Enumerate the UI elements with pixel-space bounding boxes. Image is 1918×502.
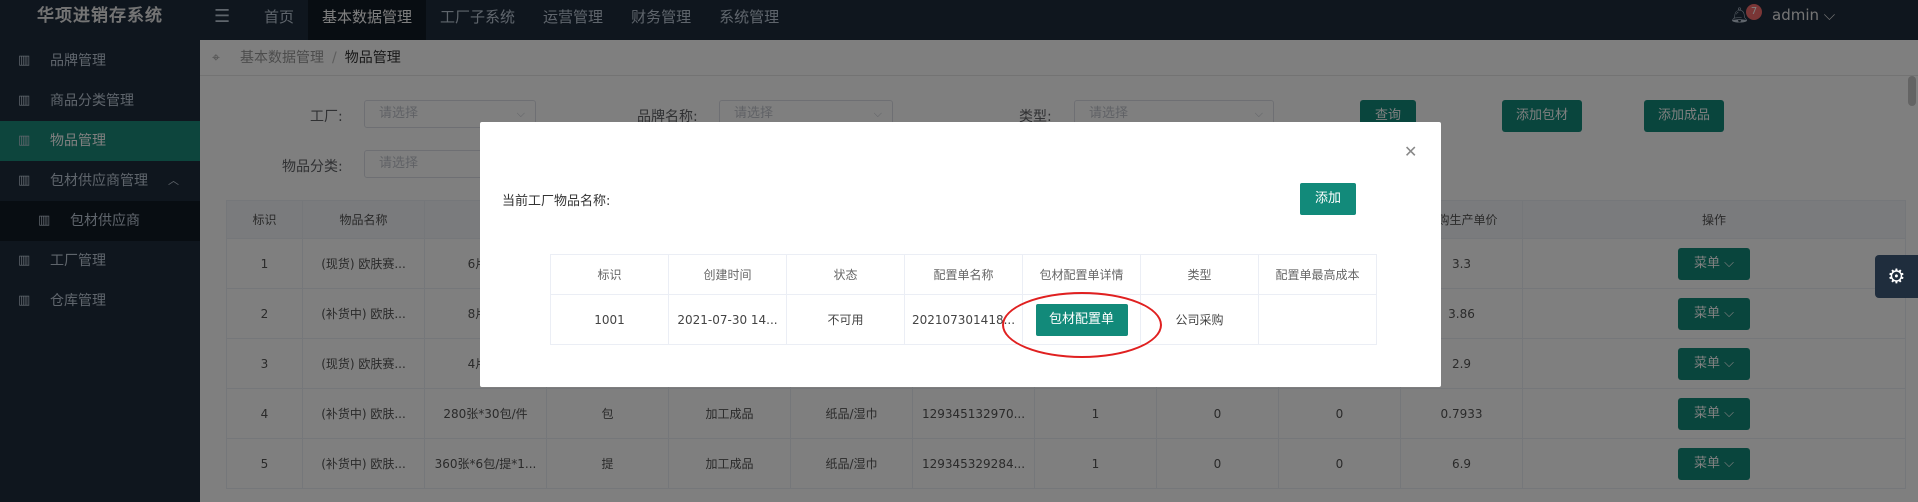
column-header: 创建时间 [668, 254, 787, 295]
close-icon[interactable]: ✕ [1404, 142, 1417, 161]
table-row: 1001 2021-07-30 14... 不可用 20210730141​8.… [550, 294, 1377, 345]
cell [1258, 294, 1377, 345]
cell: 不可用 [786, 294, 905, 345]
column-header: 状态 [786, 254, 905, 295]
gear-icon[interactable]: ⚙ [1875, 255, 1918, 298]
config-table: 标识 创建时间 状态 配置单名称 包材配置单详情 类型 配置单最高成本 1001… [550, 254, 1377, 345]
column-header: 配置单最高成本 [1258, 254, 1377, 295]
column-header: 类型 [1140, 254, 1259, 295]
column-header: 配置单名称 [904, 254, 1023, 295]
column-header: 标识 [550, 254, 669, 295]
column-header: 包材配置单详情 [1022, 254, 1141, 295]
table-header-row: 标识 创建时间 状态 配置单名称 包材配置单详情 类型 配置单最高成本 [550, 254, 1377, 295]
add-config-button[interactable]: 添加 [1300, 183, 1356, 215]
cell: 2021-07-30 14... [668, 294, 787, 345]
dialog-label: 当前工厂物品名称: [502, 194, 611, 209]
packaging-config-dialog: ✕ 当前工厂物品名称: 添加 标识 创建时间 状态 配置单名称 包材配置单详情 … [480, 122, 1441, 387]
highlight-circle [1002, 292, 1162, 358]
cell: 1001 [550, 294, 669, 345]
